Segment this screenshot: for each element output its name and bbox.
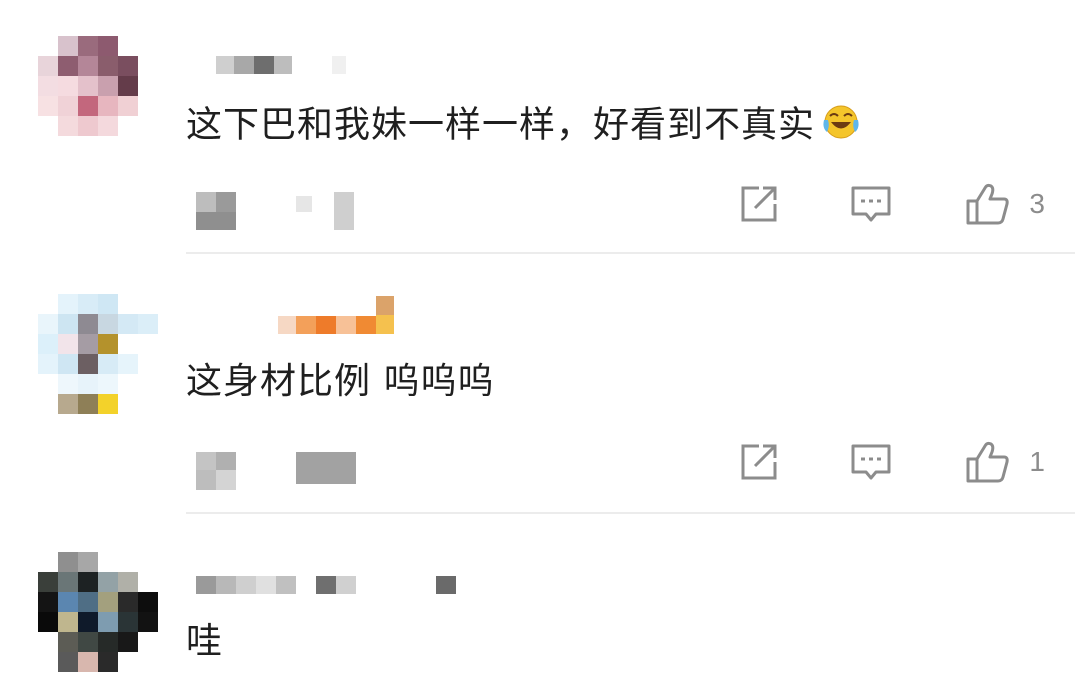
avatar[interactable] — [38, 552, 158, 672]
comment-item: 哇 — [0, 0, 1075, 681]
comment-text: 哇 — [186, 621, 224, 662]
username[interactable] — [186, 572, 456, 594]
